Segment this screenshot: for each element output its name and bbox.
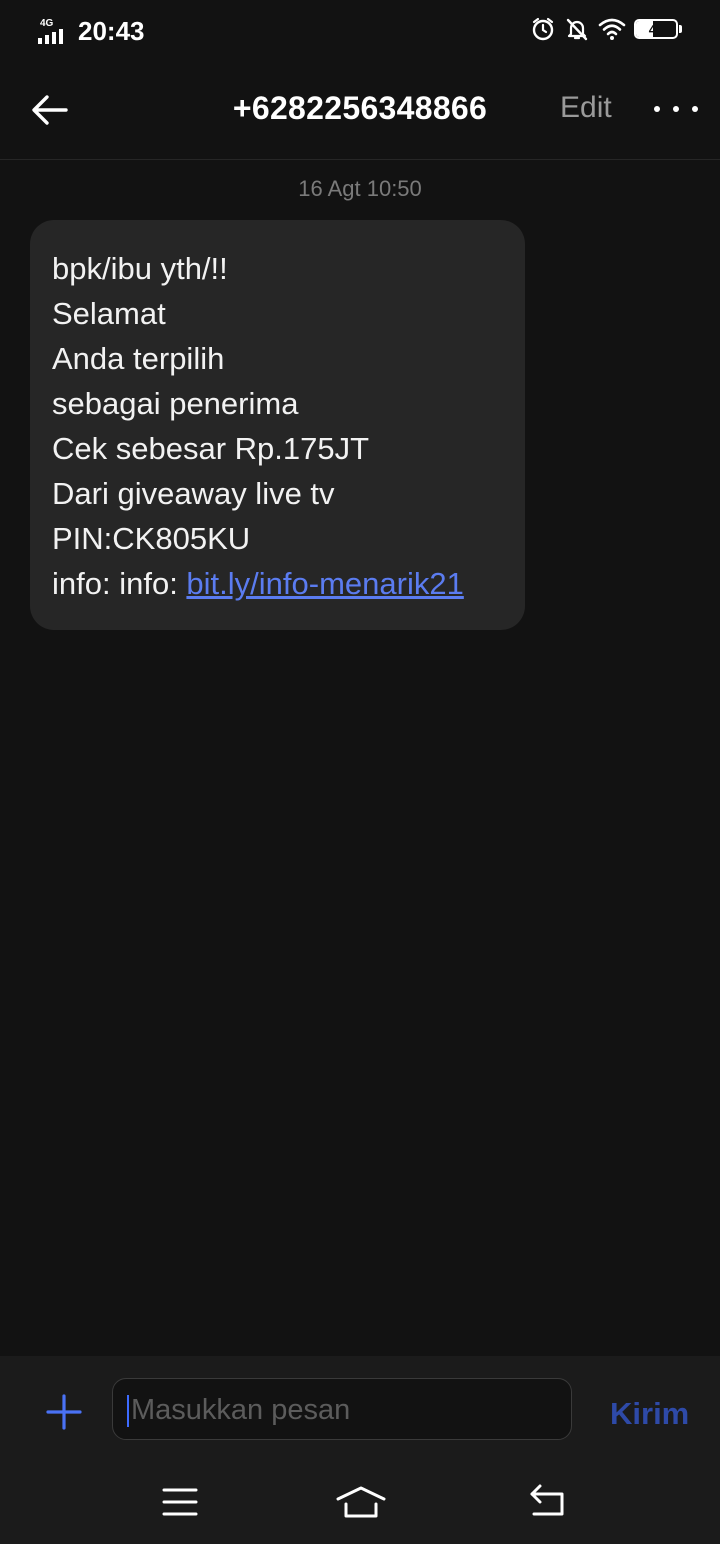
battery-nub (679, 25, 682, 33)
menu-icon (162, 1488, 198, 1516)
bell-muted-icon (564, 16, 590, 42)
network-indicator: 4G (38, 18, 72, 46)
alarm-icon (530, 16, 556, 42)
network-type: 4G (40, 18, 54, 29)
message-thread[interactable]: 16 Agt 10:50 bpk/ibu yth/!! Selamat Anda… (0, 160, 720, 1356)
message-line: sebagai penerima (52, 386, 299, 421)
status-left: 4G 20:43 (38, 12, 145, 46)
message-line: PIN:CK805KU (52, 521, 251, 556)
message-bubble[interactable]: bpk/ibu yth/!! Selamat Anda terpilih seb… (30, 220, 525, 630)
status-right: 43 (530, 14, 682, 44)
send-button[interactable]: Kirim (610, 1396, 689, 1432)
message-link[interactable]: bit.ly/info-menarik21 (186, 566, 463, 601)
edit-button[interactable]: Edit (560, 91, 612, 125)
message-info-line: info: info: bit.ly/info-menarik21 (52, 561, 503, 606)
status-time: 20:43 (78, 16, 145, 46)
message-line: Dari giveaway live tv (52, 476, 335, 511)
menu-button[interactable] (156, 1482, 204, 1522)
battery-icon: 43 (634, 19, 682, 39)
more-options-button[interactable] (654, 94, 698, 124)
status-bar: 4G 20:43 43 (0, 0, 720, 58)
message-timestamp: 16 Agt 10:50 (298, 176, 422, 201)
message-line: Anda terpilih (52, 341, 225, 376)
home-button[interactable] (334, 1482, 388, 1522)
message-input[interactable] (129, 1379, 563, 1441)
wifi-icon (598, 17, 626, 41)
plus-icon (46, 1394, 82, 1430)
attach-button[interactable] (44, 1392, 84, 1432)
more-dots-icon (654, 106, 660, 112)
message-line: Cek sebesar Rp.175JT (52, 431, 370, 466)
home-icon (336, 1486, 386, 1518)
message-input-box[interactable] (112, 1378, 572, 1441)
more-dots-icon (673, 106, 679, 112)
message-line: bpk/ibu yth/!! (52, 251, 228, 286)
signal-icon (38, 29, 63, 44)
battery-body: 43 (634, 19, 678, 39)
more-dots-icon (692, 106, 698, 112)
back-icon (530, 1484, 564, 1516)
message-composer: Kirim (0, 1356, 720, 1460)
system-nav-bar (0, 1460, 720, 1544)
message-line: Selamat (52, 296, 166, 331)
app-bar: +6282256348866 Edit (0, 58, 720, 160)
conversation-title: +6282256348866 (232, 90, 488, 126)
info-prefix: info: info: (52, 566, 187, 601)
battery-level: 43 (648, 21, 664, 37)
nav-back-button[interactable] (524, 1482, 572, 1522)
